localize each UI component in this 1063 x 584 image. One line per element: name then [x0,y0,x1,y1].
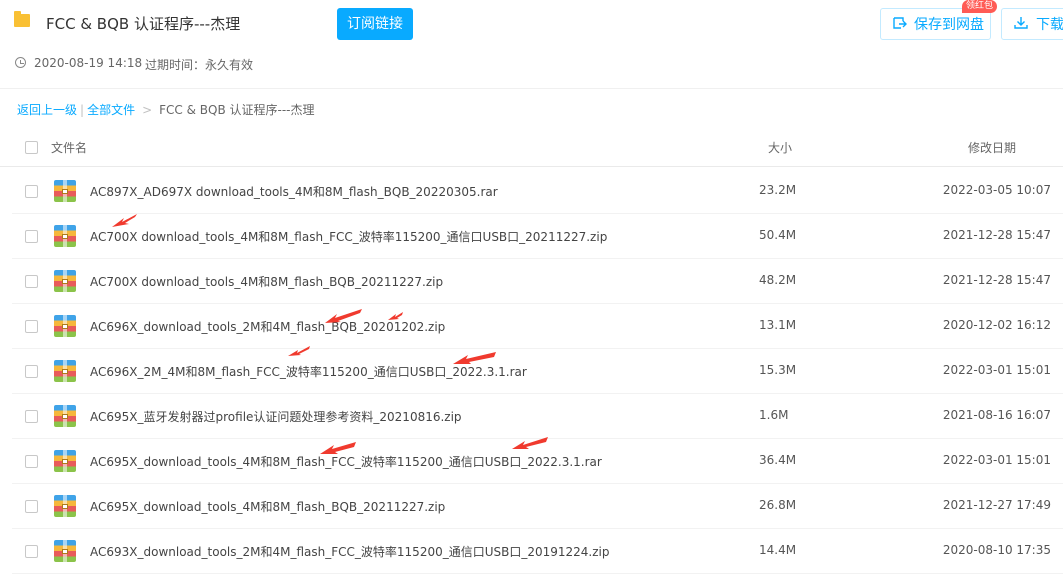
breadcrumb-all-files-link[interactable]: 全部文件 [87,103,135,117]
file-size: 26.8M [759,498,797,512]
file-size: 14.4M [759,543,797,557]
share-time: 2020-08-19 14:18 [34,56,143,70]
table-row[interactable]: AC700X download_tools_4M和8M_flash_FCC_波特… [0,214,1063,259]
expire-value: 永久有效 [205,58,254,72]
table-row[interactable]: AC695X_download_tools_4M和8M_flash_FCC_波特… [0,439,1063,484]
zip-archive-icon [54,540,76,562]
file-date: 2022-03-05 10:07 [942,183,1051,197]
zip-archive-icon [54,225,76,247]
file-name[interactable]: AC700X download_tools_4M和8M_flash_BQB_20… [90,273,443,290]
file-date: 2021-12-28 15:47 [942,273,1051,287]
file-name[interactable]: AC695X_蓝牙发射器过profile认证问题处理参考资料_20210816.… [90,408,462,425]
table-row[interactable]: AC696X_2M_4M和8M_flash_FCC_波特率115200_通信口U… [0,349,1063,394]
file-size: 36.4M [759,453,797,467]
expire-info: 过期时间：永久有效 [145,56,253,73]
row-checkbox[interactable] [25,455,38,468]
file-size: 13.1M [759,318,797,332]
file-date: 2022-03-01 15:01 [942,363,1051,377]
page-title: FCC & BQB 认证程序---杰理 [46,15,241,33]
subscribe-link-button[interactable]: 订阅链接 [337,8,413,40]
row-checkbox[interactable] [25,545,38,558]
save-to-cloud-label: 保存到网盘 [914,17,984,33]
file-size: 23.2M [759,183,797,197]
save-to-cloud-icon [893,17,907,29]
file-name[interactable]: AC897X_AD697X download_tools_4M和8M_flash… [90,183,498,200]
select-all-checkbox[interactable] [25,141,38,154]
zip-archive-icon [54,270,76,292]
download-button[interactable]: 下载 [1001,8,1063,40]
row-checkbox[interactable] [25,275,38,288]
red-packet-badge[interactable]: 领红包 [962,0,998,13]
file-name[interactable]: AC696X_2M_4M和8M_flash_FCC_波特率115200_通信口U… [90,363,527,380]
download-icon [1014,17,1028,29]
table-row[interactable]: AC696X_download_tools_2M和4M_flash_BQB_20… [0,304,1063,349]
file-size: 1.6M [759,408,789,422]
file-size: 48.2M [759,273,797,287]
breadcrumb-back-link[interactable]: 返回上一级 [17,103,77,117]
divider [0,88,1063,89]
file-name[interactable]: AC695X_download_tools_4M和8M_flash_BQB_20… [90,498,445,515]
breadcrumb-current: FCC & BQB 认证程序---杰理 [159,103,315,117]
row-checkbox[interactable] [25,230,38,243]
folder-icon [14,11,30,27]
column-header-size[interactable]: 大小 [768,139,792,156]
file-date: 2020-08-10 17:35 [942,543,1051,557]
row-checkbox[interactable] [25,365,38,378]
file-date: 2021-12-27 17:49 [942,498,1051,512]
file-name[interactable]: AC696X_download_tools_2M和4M_flash_BQB_20… [90,318,445,335]
file-size: 15.3M [759,363,797,377]
zip-archive-icon [54,405,76,427]
table-row[interactable]: AC695X_蓝牙发射器过profile认证问题处理参考资料_20210816.… [0,394,1063,439]
file-date: 2022-03-01 15:01 [942,453,1051,467]
zip-archive-icon [54,450,76,472]
table-row[interactable]: AC700X download_tools_4M和8M_flash_BQB_20… [0,259,1063,304]
file-date: 2020-12-02 16:12 [942,318,1051,332]
column-header-name[interactable]: 文件名 [51,139,87,156]
row-checkbox[interactable] [25,185,38,198]
clock-icon [15,57,26,68]
header-divider [0,166,1063,167]
expire-label: 过期时间： [145,58,206,72]
row-checkbox[interactable] [25,410,38,423]
table-row[interactable]: AC897X_AD697X download_tools_4M和8M_flash… [0,169,1063,214]
file-name[interactable]: AC695X_download_tools_4M和8M_flash_FCC_波特… [90,453,602,470]
file-size: 50.4M [759,228,797,242]
zip-archive-icon [54,495,76,517]
file-name[interactable]: AC700X download_tools_4M和8M_flash_FCC_波特… [90,228,607,245]
download-label: 下载 [1036,17,1063,33]
file-name[interactable]: AC693X_download_tools_2M和4M_flash_FCC_波特… [90,543,610,560]
column-header-date[interactable]: 修改日期 [968,139,1016,156]
row-divider [12,573,1063,574]
row-checkbox[interactable] [25,320,38,333]
zip-archive-icon [54,315,76,337]
breadcrumb-arrow: > [142,103,153,117]
row-checkbox[interactable] [25,500,38,513]
file-date: 2021-08-16 16:07 [942,408,1051,422]
zip-archive-icon [54,360,76,382]
zip-archive-icon [54,180,76,202]
table-row[interactable]: AC695X_download_tools_4M和8M_flash_BQB_20… [0,484,1063,529]
breadcrumb: 返回上一级 | 全部文件 > FCC & BQB 认证程序---杰理 [17,101,315,118]
file-date: 2021-12-28 15:47 [942,228,1051,242]
breadcrumb-separator: | [80,103,85,117]
table-row[interactable]: AC693X_download_tools_2M和4M_flash_FCC_波特… [0,529,1063,574]
